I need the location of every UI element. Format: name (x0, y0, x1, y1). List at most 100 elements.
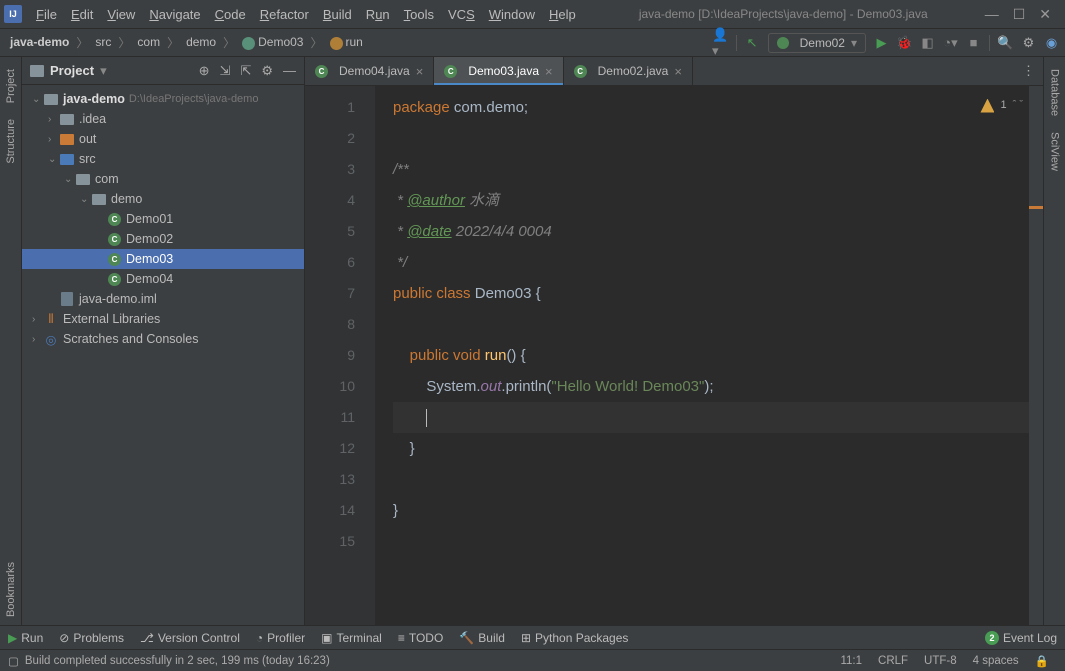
tree-class-demo03[interactable]: CDemo03 (22, 249, 304, 269)
status-position[interactable]: 11:1 (832, 655, 870, 667)
tree-idea[interactable]: ›.idea (22, 109, 304, 129)
search-icon[interactable]: 🔍 (998, 35, 1013, 50)
hide-panel-icon[interactable]: — (283, 63, 296, 79)
tool-vcs[interactable]: ⎇Version Control (140, 631, 240, 645)
status-line-sep[interactable]: CRLF (870, 655, 916, 667)
tool-project[interactable]: Project (5, 61, 17, 111)
breadcrumb-src[interactable]: src (91, 33, 115, 51)
tab-demo02[interactable]: CDemo02.java× (564, 57, 693, 85)
window-title: java-demo [D:\IdeaProjects\java-demo] - … (582, 7, 985, 21)
menu-run[interactable]: Run (360, 5, 396, 24)
tool-database[interactable]: Database (1049, 61, 1061, 124)
menubar: File Edit View Navigate Code Refactor Bu… (30, 5, 582, 24)
tool-python[interactable]: ⊞Python Packages (521, 631, 628, 645)
expand-all-icon[interactable]: ⇲ (220, 63, 231, 79)
warning-icon (980, 99, 994, 113)
breadcrumb-demo[interactable]: demo (182, 33, 220, 51)
breadcrumb-project[interactable]: java-demo (6, 33, 73, 51)
menu-refactor[interactable]: Refactor (254, 5, 315, 24)
tool-build[interactable]: 🔨Build (459, 631, 505, 645)
tree-out[interactable]: ›out (22, 129, 304, 149)
panel-settings-icon[interactable]: ⚙ (261, 63, 273, 79)
run-config-label: Demo02 (800, 36, 845, 50)
tree-root[interactable]: ⌄java-demoD:\IdeaProjects\java-demo (22, 89, 304, 109)
overview-ruler[interactable] (1029, 86, 1043, 625)
project-tree[interactable]: ⌄java-demoD:\IdeaProjects\java-demo ›.id… (22, 85, 304, 625)
menu-help[interactable]: Help (543, 5, 582, 24)
tool-profiler[interactable]: ◔Profiler (256, 631, 305, 645)
status-indent[interactable]: 4 spaces (965, 655, 1027, 667)
menu-edit[interactable]: Edit (65, 5, 99, 24)
left-tool-strip: Project Structure Bookmarks (0, 57, 22, 625)
profile-button[interactable]: ◔▾ (943, 35, 958, 50)
run-button[interactable]: ▶ (874, 35, 889, 50)
tool-run[interactable]: ▶Run (8, 631, 43, 645)
titlebar: IJ File Edit View Navigate Code Refactor… (0, 0, 1065, 28)
tab-label: Demo02.java (598, 64, 669, 78)
ide-features-icon[interactable]: ◉ (1044, 35, 1059, 50)
navigation-bar: java-demo 〉 src 〉 com 〉 demo 〉 Demo03 〉 … (0, 28, 1065, 57)
collapse-all-icon[interactable]: ⇱ (240, 63, 251, 79)
tool-sciview[interactable]: SciView (1049, 124, 1061, 179)
tree-class-demo04[interactable]: CDemo04 (22, 269, 304, 289)
run-configuration-selector[interactable]: Demo02 ▾ (768, 33, 866, 53)
tree-class-demo01[interactable]: CDemo01 (22, 209, 304, 229)
status-message: Build completed successfully in 2 sec, 1… (25, 655, 330, 667)
code-editor[interactable]: 1 ˆ ˇ package com.demo; /** * @author 水滴… (375, 86, 1029, 625)
warning-count: 1 (1000, 90, 1006, 121)
tool-terminal[interactable]: ▣Terminal (321, 631, 382, 645)
stop-button[interactable]: ■ (966, 35, 981, 50)
breadcrumb-class[interactable]: Demo03 (238, 33, 307, 51)
select-opened-icon[interactable]: ⊕ (199, 63, 210, 79)
hammer-icon[interactable]: ↖ (745, 35, 760, 50)
folder-icon (30, 65, 44, 77)
close-icon[interactable]: × (545, 64, 553, 79)
close-icon[interactable]: × (416, 64, 424, 79)
tree-com[interactable]: ⌄com (22, 169, 304, 189)
close-button[interactable]: ✕ (1039, 6, 1051, 23)
tool-structure[interactable]: Structure (5, 111, 17, 172)
tree-scratches[interactable]: ›◎Scratches and Consoles (22, 329, 304, 349)
menu-view[interactable]: View (101, 5, 141, 24)
breadcrumb-com[interactable]: com (133, 33, 164, 51)
editor-tabs: CDemo04.java× CDemo03.java× CDemo02.java… (305, 57, 1043, 86)
status-bar: ▢ Build completed successfully in 2 sec,… (0, 649, 1065, 671)
tree-class-demo02[interactable]: CDemo02 (22, 229, 304, 249)
menu-build[interactable]: Build (317, 5, 358, 24)
line-gutter[interactable]: 123456789101112131415 (305, 86, 375, 625)
tool-event-log[interactable]: 2Event Log (985, 631, 1057, 645)
menu-window[interactable]: Window (483, 5, 541, 24)
menu-tools[interactable]: Tools (398, 5, 440, 24)
close-icon[interactable]: × (674, 64, 682, 79)
panel-title: Project (50, 63, 94, 78)
tab-demo03[interactable]: CDemo03.java× (434, 57, 563, 85)
tree-iml[interactable]: java-demo.iml (22, 289, 304, 309)
tab-menu-icon[interactable]: ⋮ (1022, 63, 1035, 79)
menu-navigate[interactable]: Navigate (143, 5, 206, 24)
tool-problems[interactable]: ⊘Problems (59, 631, 124, 645)
coverage-button[interactable]: ◧ (920, 35, 935, 50)
debug-button[interactable]: 🐞 (897, 35, 912, 50)
menu-code[interactable]: Code (209, 5, 252, 24)
breadcrumb[interactable]: java-demo 〉 src 〉 com 〉 demo 〉 Demo03 〉 … (6, 33, 367, 51)
status-window-icon[interactable]: ▢ (8, 654, 19, 668)
tool-bookmarks[interactable]: Bookmarks (5, 554, 17, 625)
tree-external[interactable]: ›⫴External Libraries (22, 309, 304, 329)
tab-demo04[interactable]: CDemo04.java× (305, 57, 434, 85)
tool-todo[interactable]: ≡TODO (398, 631, 443, 645)
tree-src[interactable]: ⌄src (22, 149, 304, 169)
menu-vcs[interactable]: VCS (442, 5, 481, 24)
status-encoding[interactable]: UTF-8 (916, 655, 965, 667)
tab-label: Demo03.java (468, 64, 539, 78)
readonly-lock-icon[interactable]: 🔒 (1027, 654, 1057, 668)
inspection-widget[interactable]: 1 ˆ ˇ (980, 90, 1023, 121)
menu-file[interactable]: File (30, 5, 63, 24)
maximize-button[interactable]: ☐ (1013, 6, 1026, 23)
breadcrumb-method[interactable]: run (326, 33, 367, 51)
settings-icon[interactable]: ⚙ (1021, 35, 1036, 50)
minimize-button[interactable]: — (985, 6, 999, 23)
app-icon: IJ (4, 5, 22, 23)
tree-demo[interactable]: ⌄demo (22, 189, 304, 209)
user-icon[interactable]: 👤▾ (713, 35, 728, 50)
project-panel: Project ▾ ⊕ ⇲ ⇱ ⚙ — ⌄java-demoD:\IdeaPro… (22, 57, 305, 625)
